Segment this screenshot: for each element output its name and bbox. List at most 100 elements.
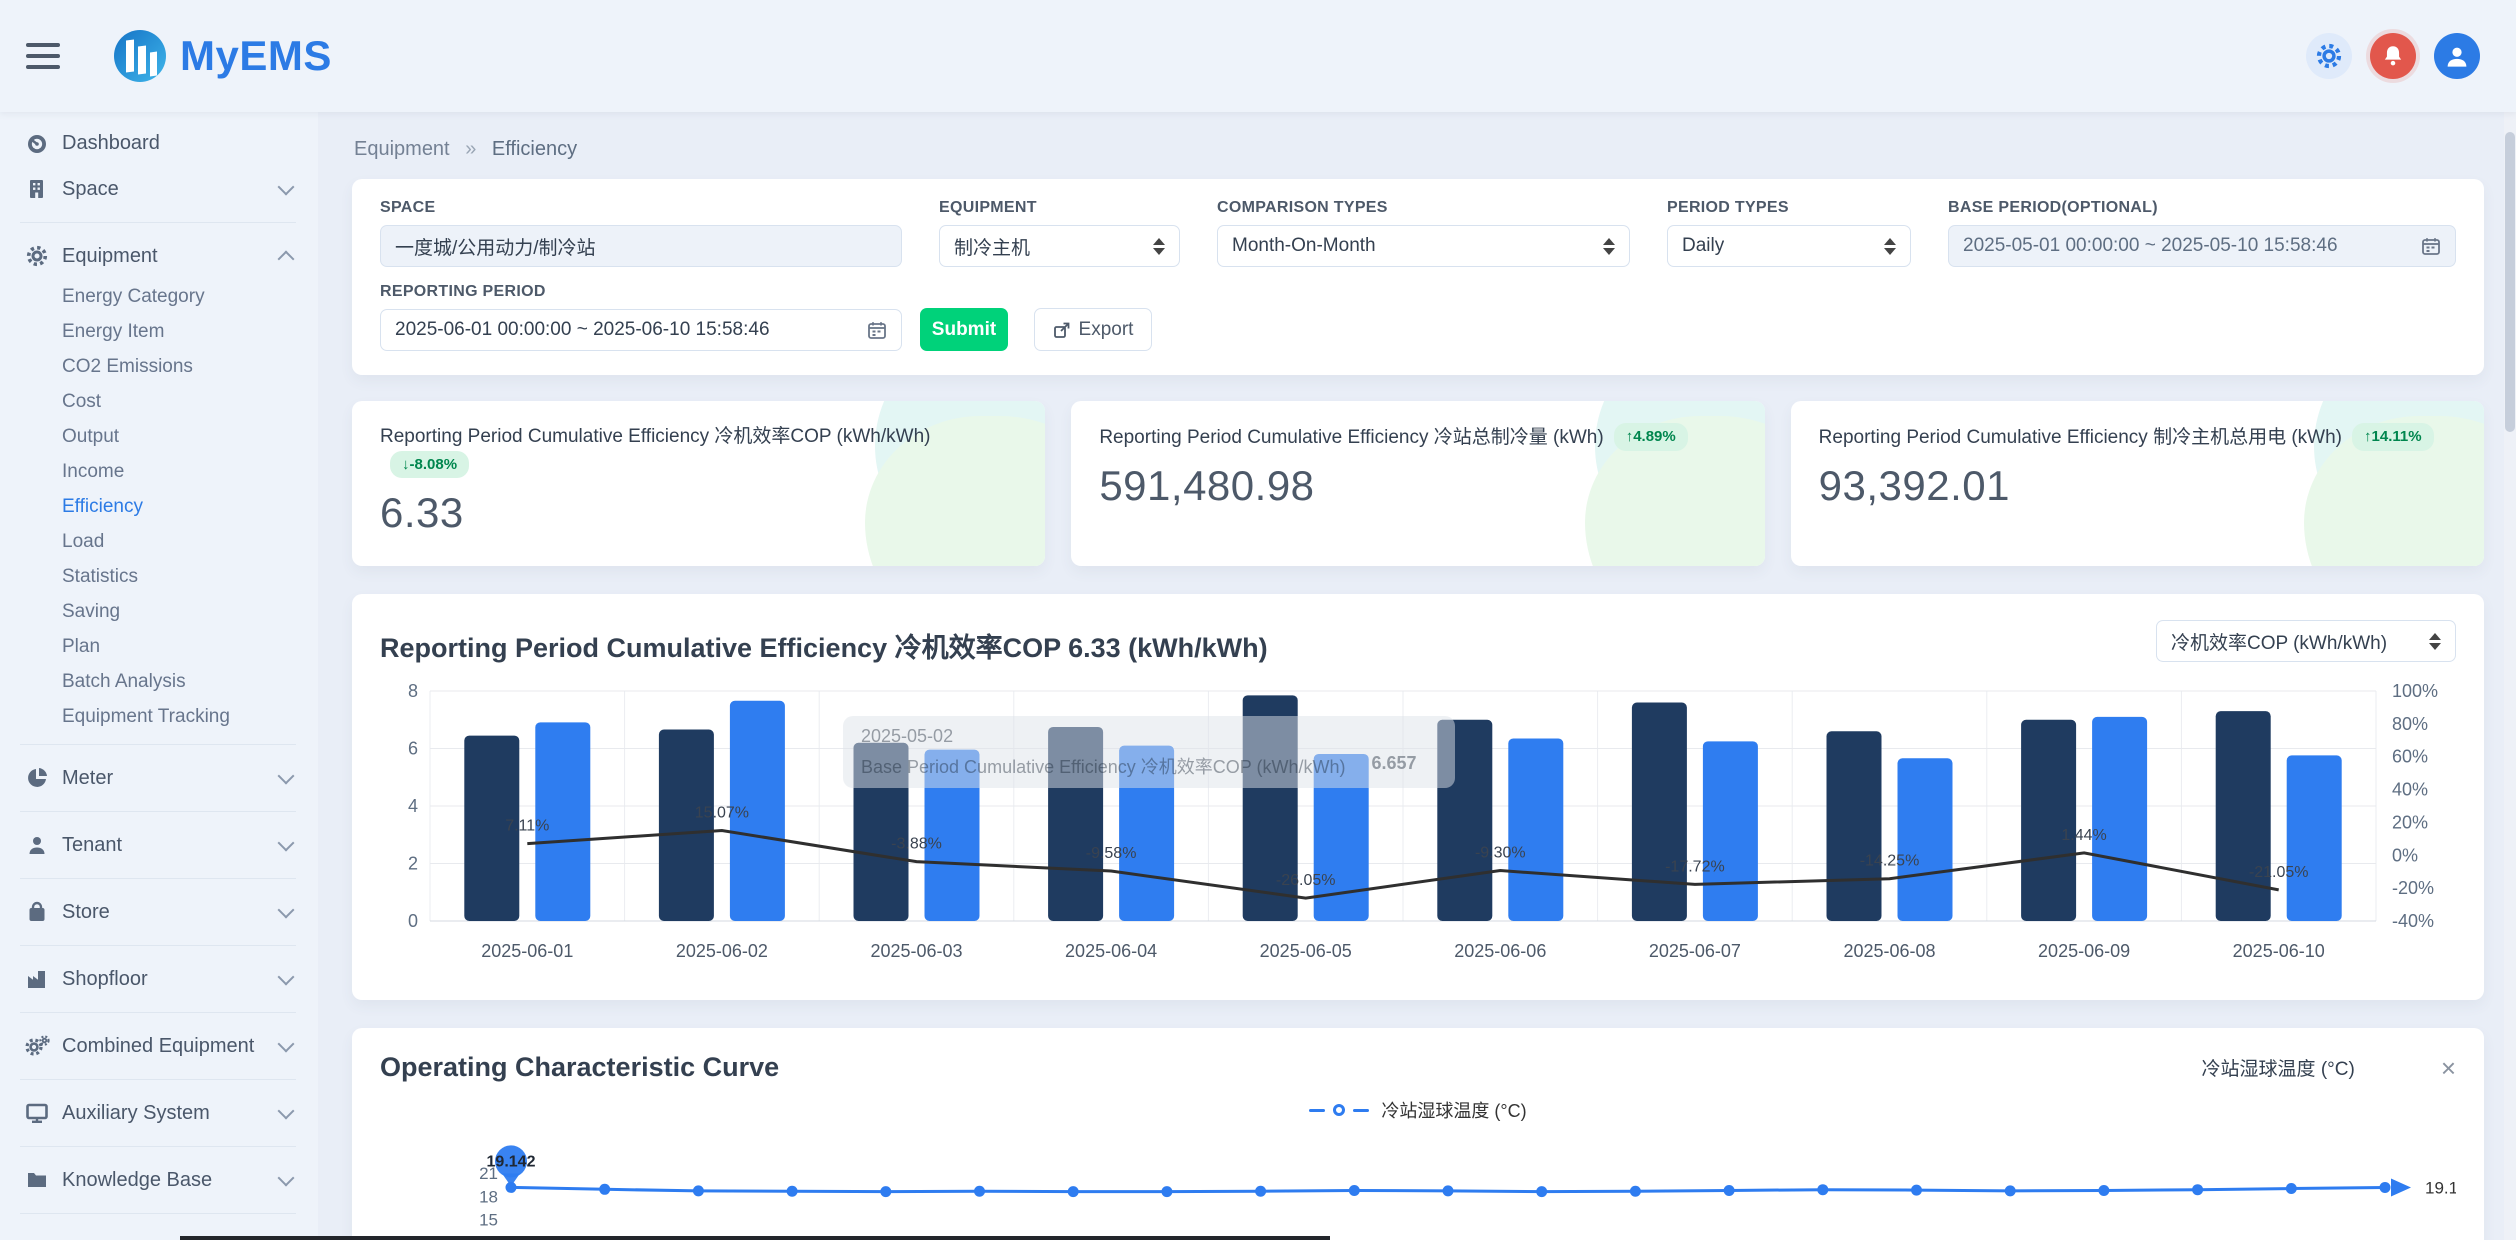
chart-parameter-select[interactable]: 冷机效率COP (kWh/kWh) xyxy=(2156,620,2456,662)
sidebar-item-tenant[interactable]: Tenant xyxy=(0,822,318,868)
breadcrumb-separator: » xyxy=(465,138,476,160)
settings-button[interactable] xyxy=(2306,33,2352,79)
svg-text:2025-06-07: 2025-06-07 xyxy=(1649,941,1741,961)
breadcrumb-parent[interactable]: Equipment xyxy=(354,138,450,160)
user-avatar[interactable] xyxy=(2434,33,2480,79)
calendar-icon xyxy=(2411,236,2441,256)
svg-text:4: 4 xyxy=(408,796,418,816)
pie-icon xyxy=(22,766,52,790)
bar-reporting-period xyxy=(1508,738,1563,921)
kpi-change-badge: ↑14.11% xyxy=(2352,423,2434,451)
space-input[interactable]: 一度城/公用动力/制冷站 xyxy=(380,225,902,267)
sidebar-subitem-efficiency[interactable]: Efficiency xyxy=(0,489,318,524)
kpi-card-row: Reporting Period Cumulative Efficiency 冷… xyxy=(352,401,2484,566)
gauge-icon xyxy=(22,131,52,155)
curve-point xyxy=(2098,1185,2109,1196)
sidebar-subitem-output[interactable]: Output xyxy=(0,419,318,454)
reporting-period-input[interactable]: 2025-06-01 00:00:00 ~ 2025-06-10 15:58:4… xyxy=(380,309,902,351)
sidebar-subitem-saving[interactable]: Saving xyxy=(0,594,318,629)
main-content: Equipment » Efficiency SPACE 一度城/公用动力/制冷… xyxy=(318,112,2516,1240)
equipment-select[interactable]: 制冷主机 xyxy=(939,225,1180,267)
arrow-right-icon xyxy=(2391,1178,2411,1196)
svg-text:-40%: -40% xyxy=(2392,911,2434,931)
curve-legend[interactable]: 冷站湿球温度 (°C) xyxy=(380,1097,2456,1123)
sidebar-subitem-load[interactable]: Load xyxy=(0,524,318,559)
reporting-period-label: REPORTING PERIOD xyxy=(380,283,902,301)
svg-text:40%: 40% xyxy=(2392,780,2428,800)
top-navbar: MyEMS xyxy=(0,0,2516,112)
svg-text:80%: 80% xyxy=(2392,714,2428,734)
curve-point xyxy=(2380,1182,2391,1193)
sidebar-subitem-income[interactable]: Income xyxy=(0,454,318,489)
chevron-down-icon xyxy=(278,767,295,784)
legend-label: 冷站湿球温度 (°C) xyxy=(1381,1097,1526,1123)
kpi-card-1: Reporting Period Cumulative Efficiency 冷… xyxy=(352,401,1045,566)
filter-panel: SPACE 一度城/公用动力/制冷站 EQUIPMENT 制冷主机 COMPAR… xyxy=(352,179,2484,375)
sidebar-subitem-plan[interactable]: Plan xyxy=(0,629,318,664)
svg-text:60%: 60% xyxy=(2392,747,2428,767)
bar-reporting-period xyxy=(1898,758,1953,921)
svg-text:0%: 0% xyxy=(2392,845,2418,865)
notifications-button[interactable] xyxy=(2370,33,2416,79)
curve-point xyxy=(1817,1184,1828,1195)
curve-point xyxy=(787,1186,798,1197)
curve-point xyxy=(1724,1185,1735,1196)
bar-base-period xyxy=(1827,731,1882,921)
sidebar-subitem-equipment-tracking[interactable]: Equipment Tracking xyxy=(0,699,318,734)
sidebar-toggle-icon[interactable] xyxy=(26,39,72,73)
sidebar-item-space[interactable]: Space xyxy=(0,166,318,212)
breadcrumb-current: Efficiency xyxy=(492,138,577,160)
sidebar-item-store[interactable]: Store xyxy=(0,889,318,935)
close-icon[interactable]: × xyxy=(2441,1055,2456,1081)
comparison-types-select[interactable]: Month-On-Month xyxy=(1217,225,1630,267)
efficiency-chart[interactable]: 02468100%80%60%40%20%0%-20%-40%2025-06-0… xyxy=(380,679,2456,986)
gear-icon xyxy=(2315,42,2343,70)
monitor-icon xyxy=(22,1101,52,1125)
sidebar-item-auxiliary-system[interactable]: Auxiliary System xyxy=(0,1090,318,1136)
export-button[interactable]: Export xyxy=(1034,308,1152,351)
sidebar-item-knowledge-base[interactable]: Knowledge Base xyxy=(0,1157,318,1203)
sidebar-item-combined-equipment[interactable]: Combined Equipment xyxy=(0,1023,318,1069)
sidebar-subitem-co2-emissions[interactable]: CO2 Emissions xyxy=(0,349,318,384)
sidebar-subitem-batch-analysis[interactable]: Batch Analysis xyxy=(0,664,318,699)
sidebar-item-meter[interactable]: Meter xyxy=(0,755,318,801)
building-icon xyxy=(22,177,52,201)
brand[interactable]: MyEMS xyxy=(114,30,332,82)
sidebar-subitem-cost[interactable]: Cost xyxy=(0,384,318,419)
sidebar-subitem-energy-item[interactable]: Energy Item xyxy=(0,314,318,349)
submit-button[interactable]: Submit xyxy=(920,308,1008,351)
change-percent-label: -21.05% xyxy=(2249,864,2309,881)
bell-icon xyxy=(2380,43,2406,69)
curve-point xyxy=(1443,1185,1454,1196)
svg-text:0: 0 xyxy=(408,911,418,931)
svg-text:2: 2 xyxy=(408,854,418,874)
sidebar-divider xyxy=(20,1079,296,1080)
sidebar-item-shopfloor[interactable]: Shopfloor xyxy=(0,956,318,1002)
sidebar-item-equipment[interactable]: Equipment xyxy=(0,233,318,279)
svg-text:6: 6 xyxy=(408,739,418,759)
change-percent-label: 7.11% xyxy=(505,818,549,835)
svg-text:18: 18 xyxy=(479,1187,498,1206)
tooltip-date: 2025-05-02 xyxy=(861,726,1437,747)
curve-chart[interactable]: 21181519.1419.142 xyxy=(380,1129,2456,1240)
vertical-scrollbar[interactable] xyxy=(2504,112,2516,1240)
sidebar-divider xyxy=(20,222,296,223)
scrollbar-thumb[interactable] xyxy=(2505,132,2515,432)
change-percent-label: -9.30% xyxy=(1475,845,1526,862)
base-period-label: BASE PERIOD(OPTIONAL) xyxy=(1948,199,2456,217)
pin-value-label: 19.142 xyxy=(487,1153,536,1170)
curve-point xyxy=(2192,1184,2203,1195)
bar-reporting-period xyxy=(2092,717,2147,921)
bag-icon xyxy=(22,900,52,924)
sidebar-subitem-statistics[interactable]: Statistics xyxy=(0,559,318,594)
base-period-input[interactable]: 2025-05-01 00:00:00 ~ 2025-05-10 15:58:4… xyxy=(1948,225,2456,267)
curve-point xyxy=(1255,1186,1266,1197)
kpi-card-3: Reporting Period Cumulative Efficiency 制… xyxy=(1791,401,2484,566)
sidebar-subitem-energy-category[interactable]: Energy Category xyxy=(0,279,318,314)
bar-base-period xyxy=(2021,720,2076,921)
sidebar-divider xyxy=(20,1146,296,1147)
gear-icon xyxy=(22,244,52,268)
period-types-select[interactable]: Daily xyxy=(1667,225,1911,267)
sidebar-item-dashboard[interactable]: Dashboard xyxy=(0,120,318,166)
curve-point xyxy=(1536,1186,1547,1197)
